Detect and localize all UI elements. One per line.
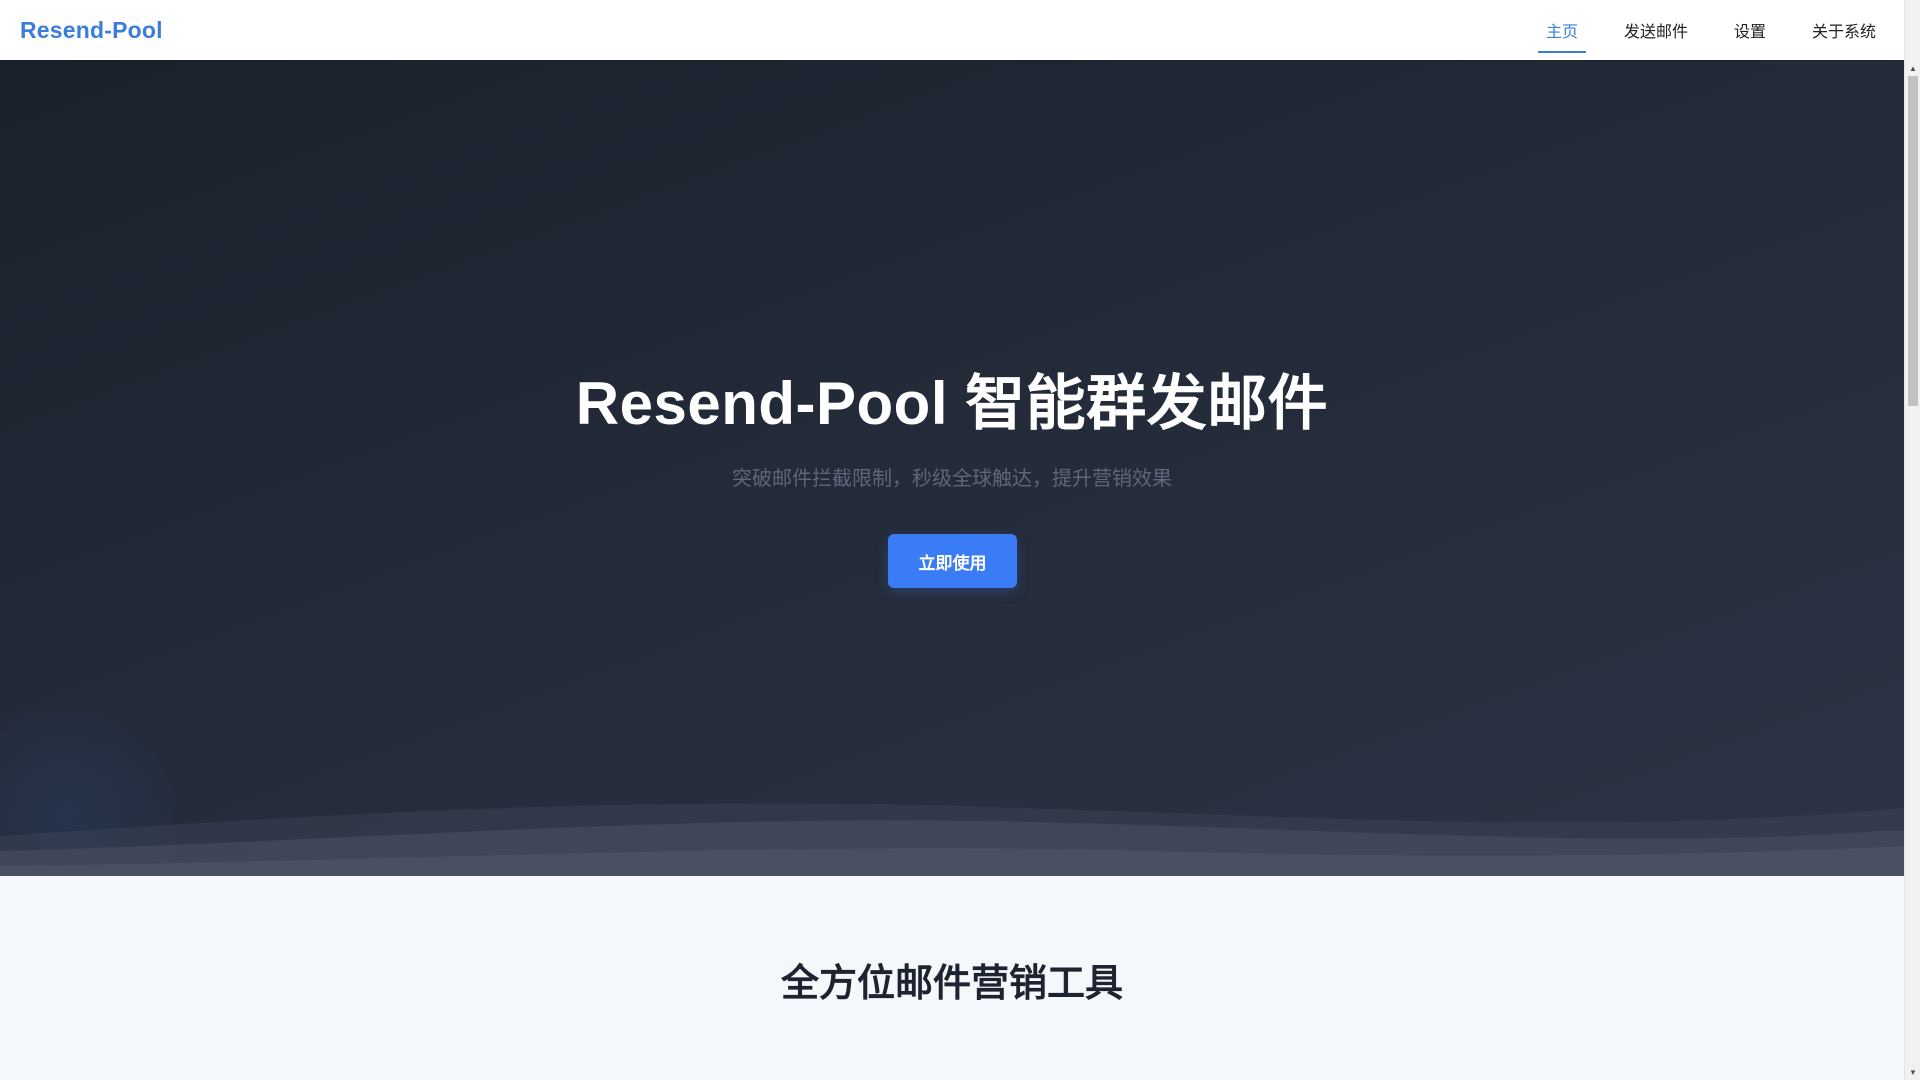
nav-item-send-email[interactable]: 发送邮件 (1616, 0, 1696, 60)
hero-title: Resend-Pool 智能群发邮件 (575, 370, 1329, 437)
browser-viewport: Resend-Pool 主页 发送邮件 设置 关于系统 Resend-Pool … (0, 0, 1920, 1080)
brand-logo[interactable]: Resend-Pool (20, 17, 163, 44)
top-navbar: Resend-Pool 主页 发送邮件 设置 关于系统 (0, 0, 1904, 60)
page: Resend-Pool 主页 发送邮件 设置 关于系统 Resend-Pool … (0, 0, 1904, 1080)
start-now-button[interactable]: 立即使用 (888, 534, 1017, 588)
nav-item-about[interactable]: 关于系统 (1804, 0, 1884, 60)
hero-section: Resend-Pool 智能群发邮件 突破邮件拦截限制，秒级全球触达，提升营销效… (0, 60, 1904, 876)
hero-subtitle: 突破邮件拦截限制，秒级全球触达，提升营销效果 (732, 468, 1172, 490)
nav-item-settings[interactable]: 设置 (1726, 0, 1774, 60)
features-section: 全方位邮件营销工具 (0, 876, 1904, 1080)
features-title: 全方位邮件营销工具 (780, 963, 1123, 1005)
main-nav: 主页 发送邮件 设置 关于系统 (1508, 0, 1884, 60)
hero-wave-decoration (0, 803, 1904, 876)
triangle-up-icon[interactable]: ▲ (1905, 60, 1920, 76)
nav-item-home[interactable]: 主页 (1537, 0, 1586, 60)
scrollbar-thumb[interactable] (1908, 76, 1918, 406)
vertical-scrollbar[interactable]: ▲ ▼ (1904, 0, 1920, 1080)
triangle-down-icon[interactable]: ▼ (1905, 1064, 1920, 1080)
